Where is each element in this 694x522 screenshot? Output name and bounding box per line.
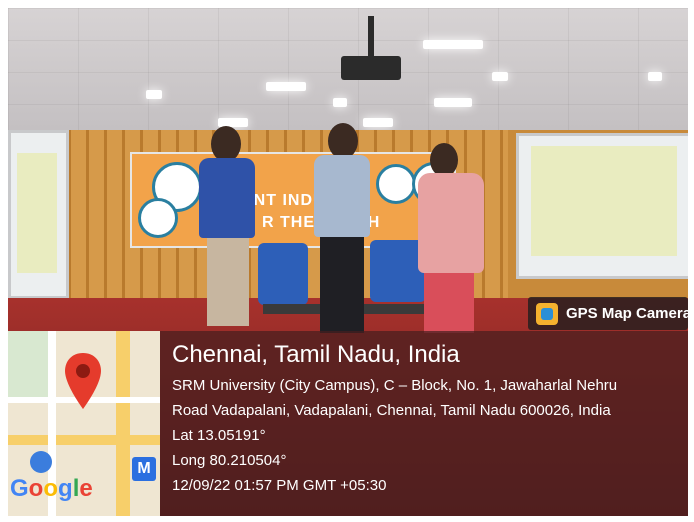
longitude: Long 80.210504° bbox=[172, 452, 287, 469]
location-pin-icon bbox=[65, 353, 101, 409]
event-banner: ENT INDUCTIO R THE BATCH bbox=[130, 152, 456, 248]
projector bbox=[341, 56, 401, 80]
projector-mount bbox=[368, 16, 374, 56]
timestamp: 12/09/22 01:57 PM GMT +05:30 bbox=[172, 477, 387, 494]
map-poi-icon bbox=[30, 451, 52, 473]
ceiling-light bbox=[266, 82, 306, 91]
ceiling-light bbox=[492, 72, 508, 81]
blue-chair bbox=[258, 243, 308, 305]
person-right bbox=[410, 143, 490, 333]
banner-circle bbox=[138, 198, 178, 238]
metro-icon: M bbox=[132, 457, 156, 481]
map-block bbox=[8, 331, 48, 397]
ceiling-light bbox=[333, 98, 347, 107]
address-line-1: SRM University (City Campus), C – Block,… bbox=[172, 377, 618, 394]
badge-label: GPS Map Camera bbox=[566, 305, 692, 322]
right-projection-screen bbox=[516, 133, 688, 279]
latitude: Lat 13.05191° bbox=[172, 427, 266, 444]
map-thumbnail: M Google bbox=[8, 331, 160, 516]
gps-map-camera-icon bbox=[536, 303, 558, 325]
left-projection-screen bbox=[8, 130, 69, 299]
google-logo: Google bbox=[10, 475, 93, 502]
gps-map-camera-badge: GPS Map Camera bbox=[528, 297, 692, 330]
person-middle bbox=[308, 123, 378, 333]
person-left bbox=[193, 126, 263, 326]
address-line-2: Road Vadapalani, Vadapalani, Chennai, Ta… bbox=[172, 402, 611, 419]
map-road bbox=[116, 331, 130, 516]
place-name: Chennai, Tamil Nadu, India bbox=[172, 341, 460, 368]
ceiling-light bbox=[648, 72, 662, 81]
map-road bbox=[8, 435, 160, 445]
ceiling-light bbox=[146, 90, 162, 99]
location-info-panel: Chennai, Tamil Nadu, India SRM Universit… bbox=[160, 331, 688, 516]
ceiling-light bbox=[423, 40, 483, 49]
geo-overlay: M Google Chennai, Tamil Nadu, India SRM … bbox=[8, 331, 688, 516]
ceiling-light bbox=[434, 98, 472, 107]
